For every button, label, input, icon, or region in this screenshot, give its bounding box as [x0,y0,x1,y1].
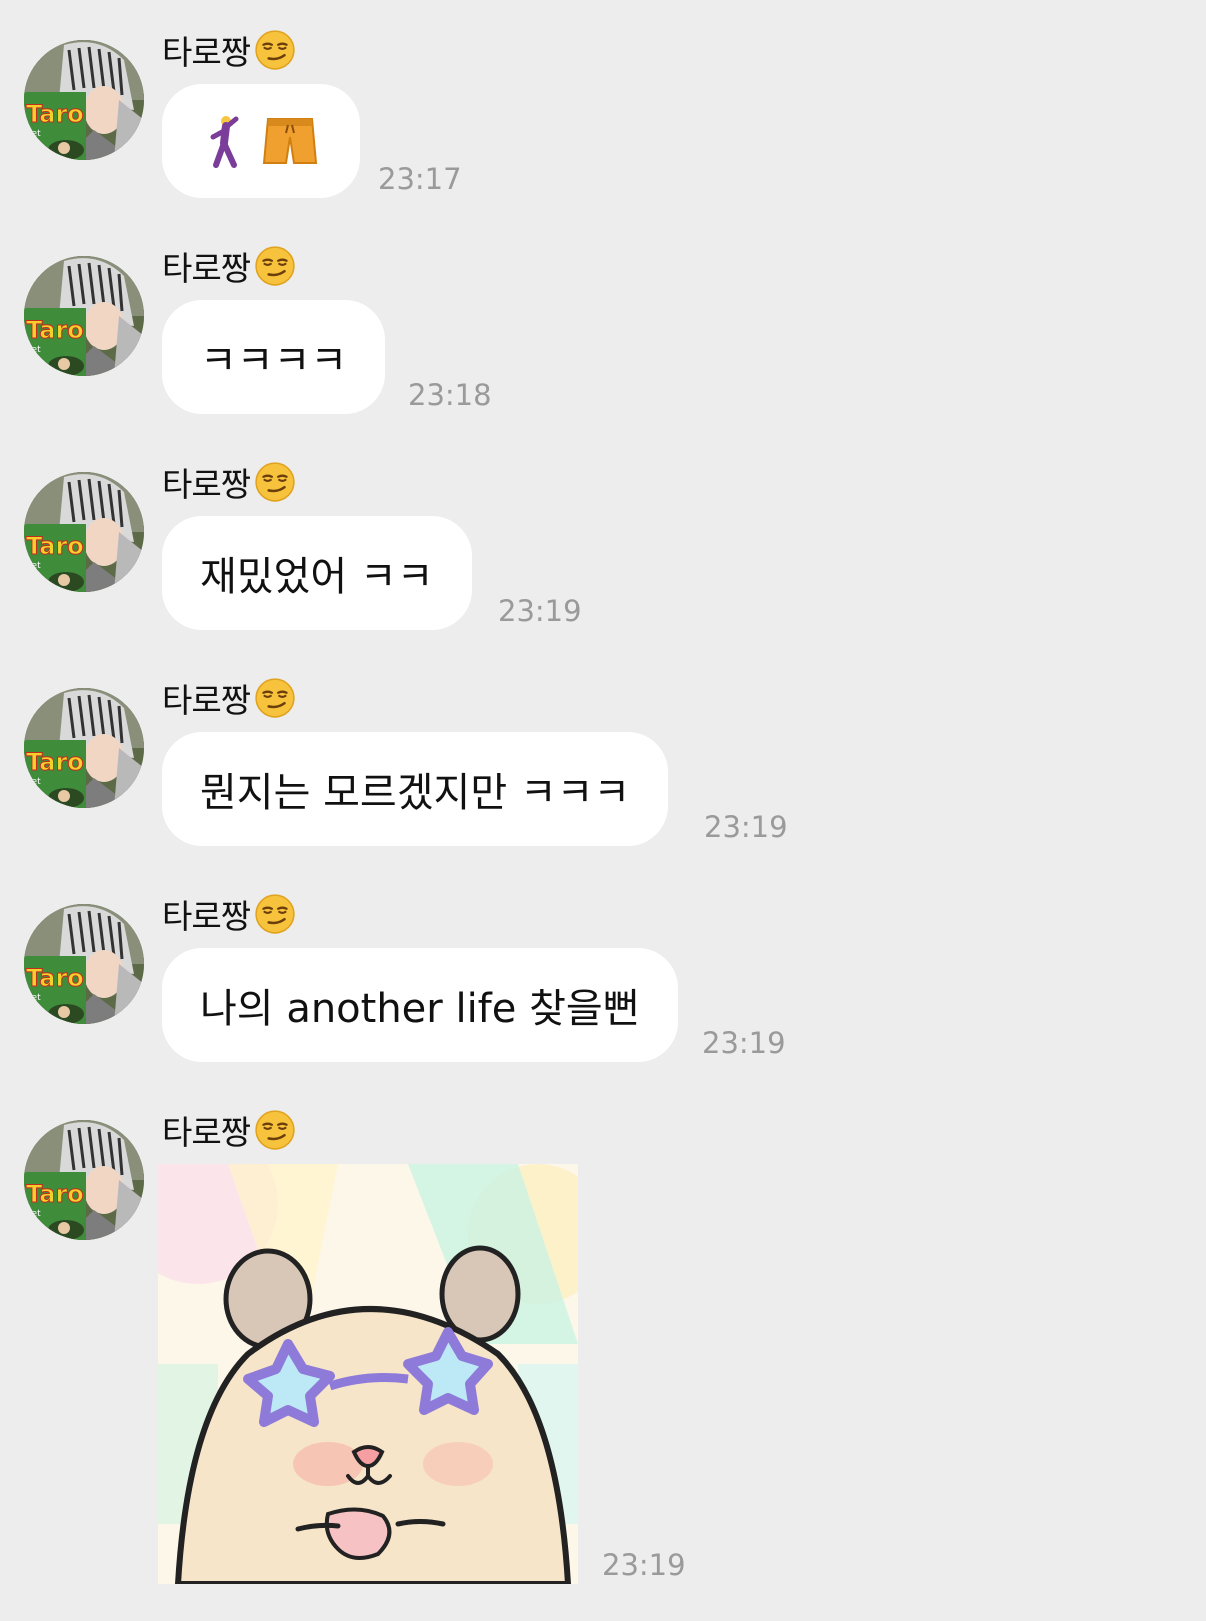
timestamp: 23:19 [702,1026,786,1060]
timestamp: 23:18 [408,378,492,412]
sender-name-text: 타로짱 [162,249,251,288]
message-bubble[interactable]: 재밌었어 ㅋㅋ [162,516,472,630]
sender-name: 타로짱 [162,460,296,504]
avatar[interactable] [24,472,144,592]
smirking-face-icon [254,29,296,71]
sender-name: 타로짱 [162,1108,296,1152]
smirking-face-icon [254,461,296,503]
timestamp: 23:19 [498,594,582,628]
hamster-star-sunglasses-sticker[interactable] [158,1164,578,1584]
avatar[interactable] [24,688,144,808]
sender-name-text: 타로짱 [162,33,251,72]
dancing-man-icon [210,116,239,168]
smirking-face-icon [254,1109,296,1151]
smirking-face-icon [254,677,296,719]
message-bubble[interactable]: 나의 another life 찾을뻔 [162,948,678,1062]
avatar[interactable] [24,1120,144,1240]
avatar[interactable] [24,904,144,1024]
timestamp: 23:19 [602,1548,686,1582]
sender-name: 타로짱 [162,244,296,288]
sender-name-text: 타로짱 [162,681,251,720]
smirking-face-icon [254,893,296,935]
chat-window: 타로짱 23:17 타로짱 ㅋㅋㅋㅋ 23:18 타로짱 재밌었어 ㅋㅋ 23:… [0,0,1206,1621]
message-bubble[interactable]: ㅋㅋㅋㅋ [162,300,386,414]
smirking-face-icon [254,245,296,287]
timestamp: 23:19 [704,810,788,844]
message-bubble[interactable]: 뭔지는 모르겠지만 ㅋㅋㅋ [162,732,669,846]
sender-name: 타로짱 [162,28,296,72]
sender-name: 타로짱 [162,676,296,720]
shorts-icon [262,118,318,164]
sender-name-text: 타로짱 [162,897,251,936]
avatar[interactable] [24,256,144,376]
avatar[interactable] [24,40,144,160]
timestamp: 23:17 [378,162,462,196]
sender-name-text: 타로짱 [162,465,251,504]
sender-name-text: 타로짱 [162,1113,251,1152]
message-bubble[interactable] [162,84,360,198]
sender-name: 타로짱 [162,892,296,936]
